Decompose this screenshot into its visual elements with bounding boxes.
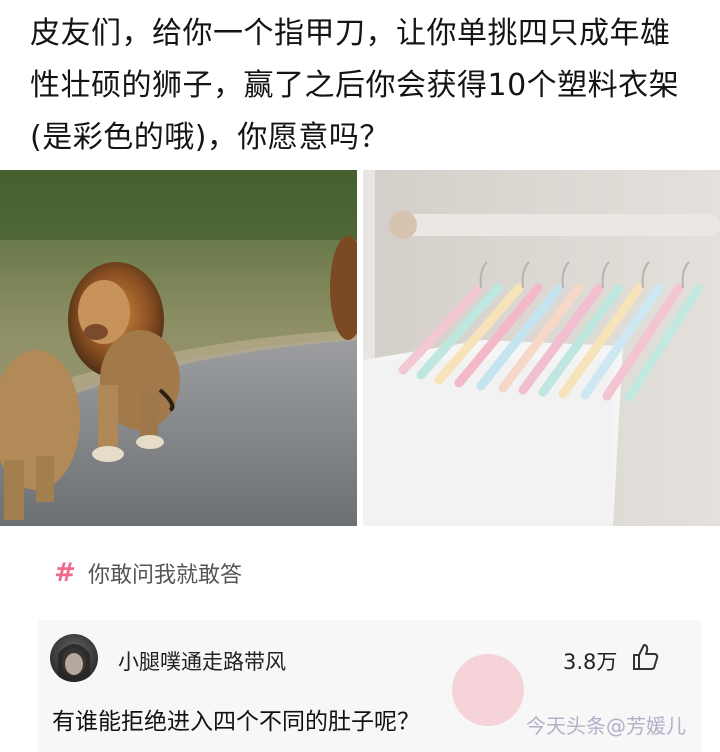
watermark: 今天头条@芳媛儿 (526, 714, 686, 738)
topic-tag[interactable]: # 你敢问我就敢答 (52, 556, 242, 590)
lions-photo[interactable] (0, 170, 357, 526)
hashtag-icon: # (54, 558, 76, 588)
comment-username[interactable]: 小腿噗通走路带风 (118, 646, 286, 676)
lions-photo-art (0, 170, 357, 526)
like-count: 3.8万 (563, 650, 618, 674)
avatar-art (58, 644, 90, 682)
hangers-photo[interactable] (363, 170, 720, 526)
hangers-photo-art (363, 170, 720, 526)
post-text: 皮友们，给你一个指甲刀，让你单挑四只成年雄性壮硕的狮子，赢了之后你会获得10个塑… (30, 16, 680, 155)
avatar[interactable] (50, 634, 98, 682)
thumbs-up-icon[interactable] (630, 642, 660, 672)
comment-text: 有谁能拒绝进入四个不同的肚子呢？ (52, 709, 420, 735)
stamp-watermark (452, 654, 524, 726)
topic-label: 你敢问我就敢答 (88, 563, 243, 588)
